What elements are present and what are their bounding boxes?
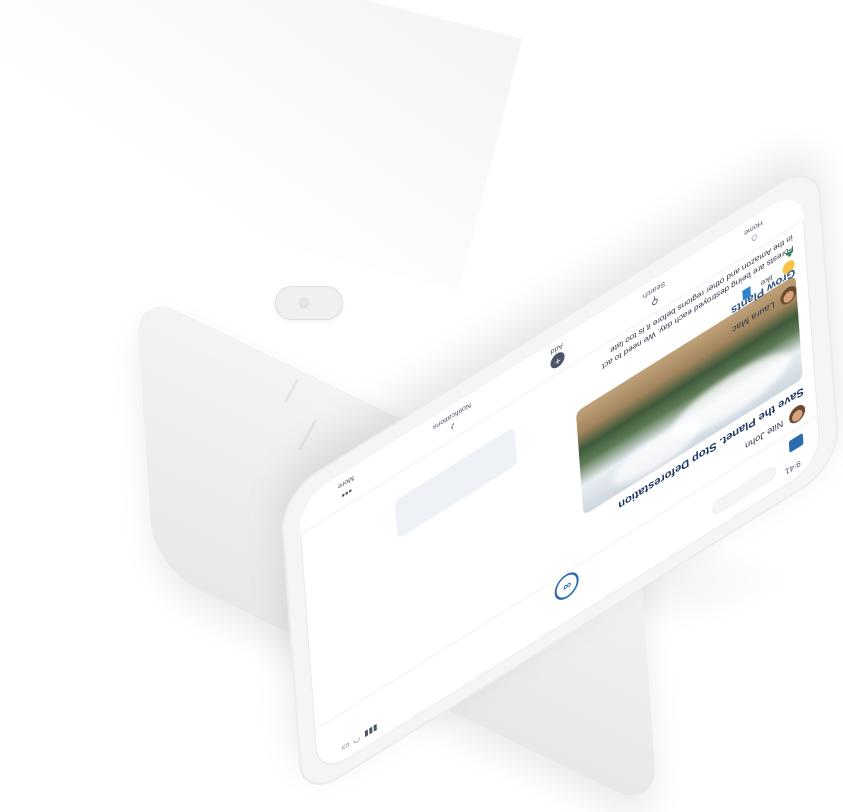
battery-icon: ▭ — [341, 740, 350, 754]
background-gradient — [0, 0, 523, 292]
home-icon: ⌂ — [750, 230, 758, 246]
signal-icon: ▮▮▮ — [364, 722, 378, 740]
logo-symbol: ∞ — [562, 578, 572, 595]
wifi-icon: ◠ — [353, 733, 361, 747]
tree-icon: ♣ — [785, 244, 795, 263]
search-icon: ⚲ — [650, 292, 659, 308]
camera-bump — [275, 286, 343, 320]
tab-home[interactable]: ⌂ Home — [744, 218, 764, 249]
bell-icon: ♪ — [449, 419, 456, 434]
tab-search[interactable]: ⚲ Search — [643, 279, 667, 312]
menu-icon[interactable] — [788, 433, 804, 454]
camera-lens-icon — [299, 298, 309, 308]
tab-more[interactable]: ••• More — [338, 473, 355, 502]
tab-add[interactable]: + Add — [550, 341, 566, 372]
